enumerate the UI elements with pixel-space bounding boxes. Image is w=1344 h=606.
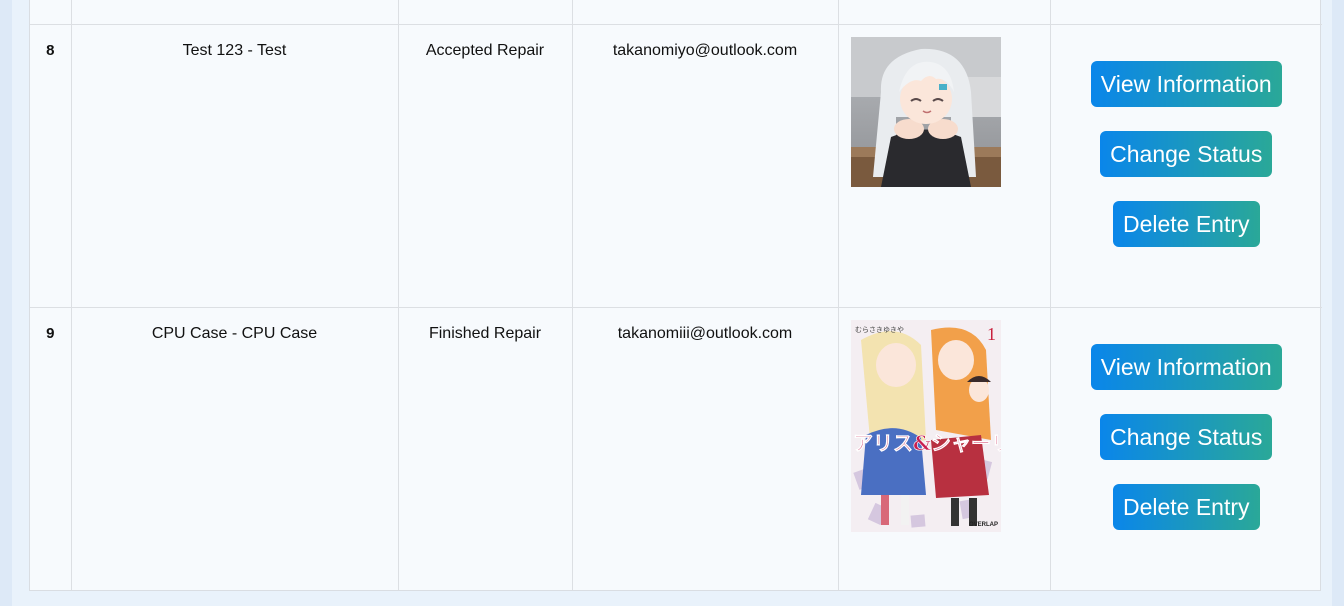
item-name: CPU Case - CPU Case [151, 325, 318, 342]
actions-cell: View Information Change Status Delete En… [1049, 24, 1323, 308]
row-actions: View Information Change Status Delete En… [1051, 308, 1323, 530]
actions-cell: View Information Change Status Delete En… [1049, 307, 1323, 590]
item-cell: CPU Case - CPU Case [70, 307, 398, 590]
cover-author: むらさきゆきや [855, 326, 904, 334]
anime-girl-image [850, 37, 1001, 187]
change-status-button[interactable]: Change Status [1100, 131, 1273, 177]
page-frame: 8 Test 123 - Test Accepted Repair takano… [12, 0, 1332, 606]
cover-title: アリス&シャーリー [853, 431, 1001, 455]
status-cell: Finished Repair [397, 307, 572, 590]
email-cell: takanomiii@outlook.com [571, 307, 838, 590]
image-cell [837, 24, 1050, 308]
image-cell: 1 むらさきゆきや アリス&シャーリー OVERLAP [837, 307, 1050, 590]
row-index: 8 [46, 42, 55, 59]
repair-status: Finished Repair [428, 325, 542, 342]
item-cell: Test 123 - Test [70, 24, 398, 308]
row-actions: View Information Change Status Delete En… [1051, 25, 1323, 247]
item-name: Test 123 - Test [182, 42, 287, 59]
change-status-button[interactable]: Change Status [1100, 414, 1273, 460]
table-row: 9 CPU Case - CPU Case Finished Repair ta… [30, 307, 1323, 590]
previous-row-end [30, 0, 1322, 25]
publisher-logo: OVERLAP [969, 522, 998, 528]
repair-status: Accepted Repair [425, 42, 545, 59]
table-row: 8 Test 123 - Test Accepted Repair takano… [30, 24, 1323, 308]
view-information-button[interactable]: View Information [1090, 344, 1282, 390]
row-index-cell: 8 [30, 24, 71, 308]
view-information-button[interactable]: View Information [1090, 61, 1282, 107]
customer-email: takanomiyo@outlook.com [612, 42, 798, 59]
repairs-table: 8 Test 123 - Test Accepted Repair takano… [29, 0, 1323, 591]
customer-email: takanomiii@outlook.com [617, 325, 793, 342]
status-cell: Accepted Repair [397, 24, 572, 308]
volume-number: 1 [987, 324, 996, 344]
row-index-cell: 9 [30, 307, 71, 590]
delete-entry-button[interactable]: Delete Entry [1112, 201, 1260, 247]
manga-cover-image: 1 むらさきゆきや アリス&シャーリー OVERLAP [850, 320, 1001, 532]
delete-entry-button[interactable]: Delete Entry [1112, 484, 1260, 530]
row-index: 9 [46, 325, 55, 342]
email-cell: takanomiyo@outlook.com [571, 24, 838, 308]
